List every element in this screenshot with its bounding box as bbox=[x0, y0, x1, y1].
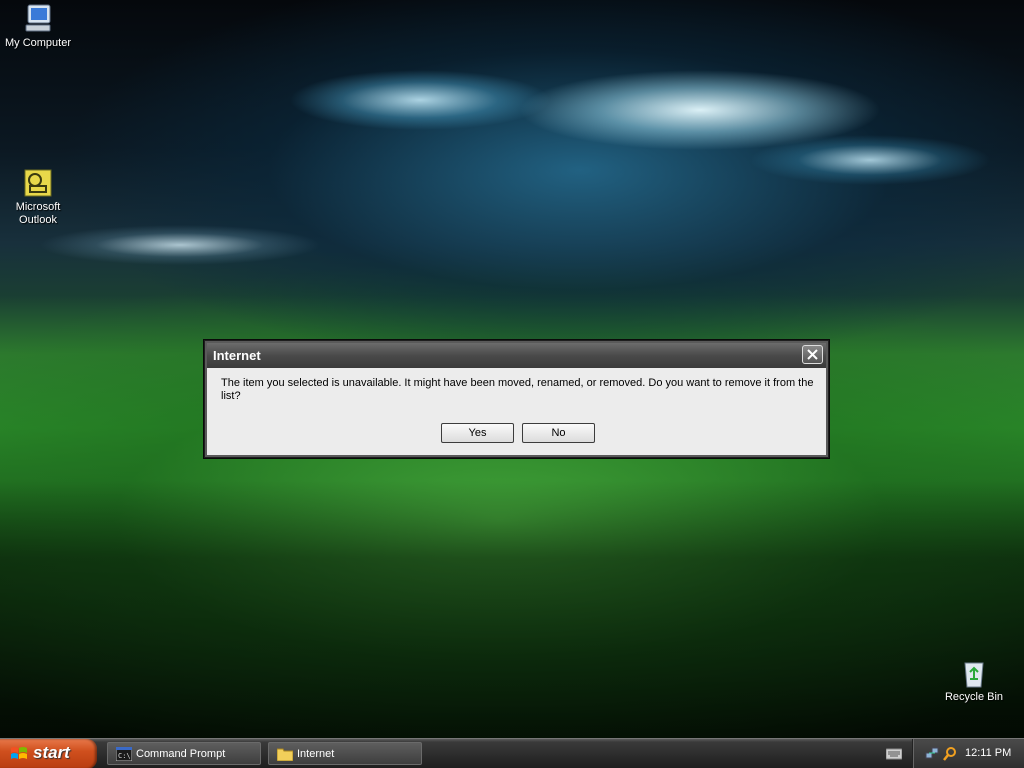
taskbar-item-command-prompt[interactable]: C:\ Command Prompt bbox=[107, 742, 261, 765]
network-icon[interactable] bbox=[925, 747, 939, 761]
taskbar-item-label: Command Prompt bbox=[136, 748, 226, 760]
command-prompt-icon: C:\ bbox=[116, 747, 132, 761]
folder-icon bbox=[277, 748, 293, 761]
yes-button[interactable]: Yes bbox=[441, 423, 514, 443]
close-icon bbox=[807, 349, 818, 360]
windows-logo-icon bbox=[11, 747, 27, 759]
desktop-icon-outlook[interactable]: Microsoft Outlook bbox=[0, 167, 76, 227]
no-button[interactable]: No bbox=[522, 423, 595, 443]
desktop-icon-label: Microsoft Outlook bbox=[15, 201, 61, 226]
taskbar: start C:\ Command Prompt Internet 12:11 … bbox=[0, 738, 1024, 768]
dialog-titlebar[interactable]: Internet bbox=[207, 343, 826, 368]
alert-dialog: Internet The item you selected is unavai… bbox=[204, 340, 829, 458]
taskbar-item-internet[interactable]: Internet bbox=[268, 742, 422, 765]
dialog-message: The item you selected is unavailable. It… bbox=[221, 377, 814, 402]
dialog-body: The item you selected is unavailable. It… bbox=[207, 368, 826, 455]
start-button[interactable]: start bbox=[0, 739, 97, 768]
desktop-icon-my-computer[interactable]: My Computer bbox=[0, 3, 76, 50]
wallpaper-shadow bbox=[0, 480, 1024, 738]
start-label: start bbox=[33, 743, 70, 762]
dialog-title: Internet bbox=[213, 348, 261, 363]
clock[interactable]: 12:11 PM bbox=[965, 747, 1011, 759]
system-tray: 12:11 PM bbox=[912, 739, 1024, 768]
taskbar-item-label: Internet bbox=[297, 748, 335, 760]
desktop-icon-label: My Computer bbox=[4, 37, 72, 49]
outlook-icon bbox=[22, 167, 54, 199]
recycle-bin-icon bbox=[958, 657, 990, 689]
close-button[interactable] bbox=[802, 345, 823, 364]
search-icon[interactable] bbox=[943, 746, 957, 762]
svg-text:C:\: C:\ bbox=[118, 752, 131, 760]
my-computer-icon bbox=[22, 3, 54, 35]
keyboard-icon[interactable] bbox=[886, 748, 902, 760]
desktop-icon-label: Recycle Bin bbox=[944, 691, 1004, 703]
desktop-icon-recycle-bin[interactable]: Recycle Bin bbox=[936, 657, 1012, 704]
